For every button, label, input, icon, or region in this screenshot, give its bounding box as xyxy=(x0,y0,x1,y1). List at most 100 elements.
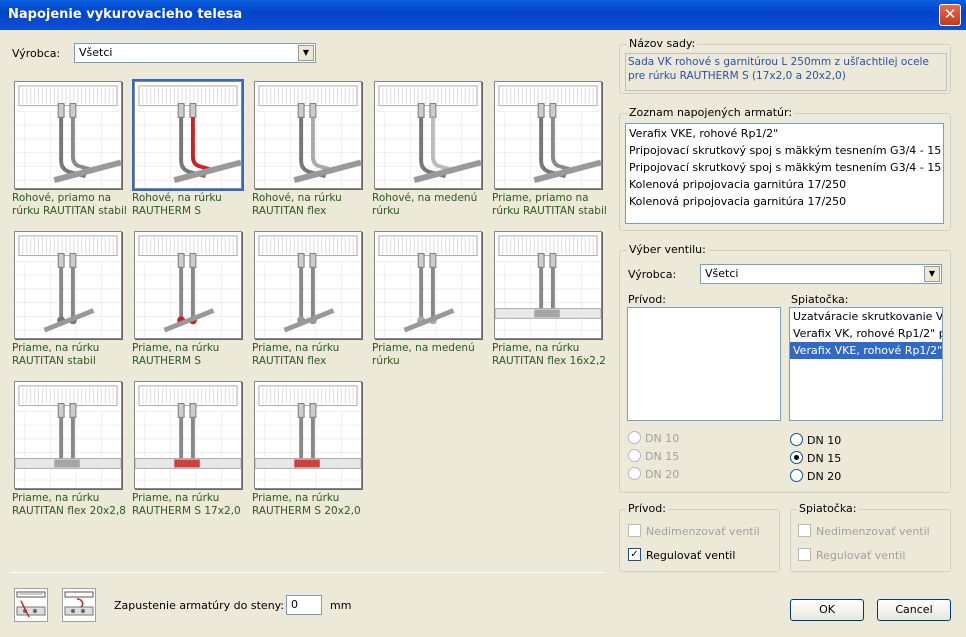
dropdown-arrow-icon[interactable]: ▼ xyxy=(298,45,314,61)
radiator-connection-icon xyxy=(135,85,241,188)
connection-variant-tile[interactable] xyxy=(494,81,602,189)
fitting-list-item[interactable]: Kolenová pripojovacia garnitúra 17/250 xyxy=(626,193,943,210)
return-dn-radio[interactable] xyxy=(790,469,803,482)
radiator-connection-icon xyxy=(495,85,601,188)
manufacturer-label: Výrobca: xyxy=(12,47,61,60)
connection-variant-caption: Rohové, na rúrku RAUTHERM S xyxy=(132,192,222,217)
return-valve-list[interactable]: Uzatváracie skrutkovanie VK RVerafix VK,… xyxy=(789,307,943,421)
radiator-connection-icon xyxy=(135,385,241,488)
connection-variant-tile[interactable] xyxy=(134,81,242,189)
connection-variant-tile[interactable] xyxy=(14,81,122,189)
manufacturer-value: Všetci xyxy=(79,46,113,59)
return-dn-radio[interactable] xyxy=(790,433,803,446)
connection-variant-tile[interactable] xyxy=(254,381,362,489)
valve-manufacturer-value: Všetci xyxy=(705,267,739,280)
fittings-legend: Zoznam napojených armatúr: xyxy=(627,106,795,119)
connection-variant-tile[interactable] xyxy=(14,381,122,489)
return-regulate-checkbox[interactable] xyxy=(798,548,811,561)
return-valve-item[interactable]: Verafix VKE, rohové Rp1/2" xyxy=(790,342,942,359)
connection-variant-caption: Priame, na rúrku RAUTITAN flex 20x2,8 xyxy=(12,492,126,517)
supply-dn-radio[interactable] xyxy=(628,431,641,444)
window-titlebar: Napojenie vykurovacieho telesa ✕ xyxy=(0,0,966,30)
valve-manufacturer-label: Výrobca: xyxy=(628,268,677,281)
recess-input[interactable]: 0 xyxy=(286,595,322,615)
set-name-text: Sada VK rohové s garnitúrou L 250mm z uš… xyxy=(625,53,947,91)
fittings-list[interactable]: Verafix VKE, rohové Rp1/2" Pripojovací sk… xyxy=(625,123,944,224)
radiator-connection-icon xyxy=(255,385,361,488)
radiator-connection-icon xyxy=(375,235,481,338)
recess-unit: mm xyxy=(330,599,352,612)
connection-variant-caption: Rohové, priamo na rúrku RAUTITAN stabil xyxy=(12,192,127,217)
fitting-list-item[interactable]: Verafix VKE, rohové Rp1/2" xyxy=(626,125,943,142)
recess-view-button[interactable] xyxy=(62,588,96,622)
connection-variant-caption: Rohové, na rúrku RAUTITAN flex xyxy=(252,192,342,217)
fitting-list-item[interactable]: Pripojovací skrutkový spoj s mäkkým tesn… xyxy=(626,159,943,176)
valve-legend: Výber ventilu: xyxy=(627,243,708,256)
radiator-connection-icon xyxy=(15,385,121,488)
cancel-button[interactable]: Cancel xyxy=(877,599,951,621)
connection-variant-caption: Priame, na rúrku RAUTITAN stabil xyxy=(12,342,100,367)
return-valve-item[interactable]: Uzatváracie skrutkovanie VK R xyxy=(790,308,942,325)
connection-variant-caption: Priame, priamo na rúrku RAUTITAN stabil xyxy=(492,192,607,217)
supply-no-dimension-label: Nedimenzovať ventil xyxy=(646,525,760,538)
radiator-connection-icon xyxy=(255,235,361,338)
recess-label: Zapustenie armatúry do steny: xyxy=(114,599,285,612)
connection-variant-tile[interactable] xyxy=(254,81,362,189)
supply-dn-label: DN 10 xyxy=(645,432,680,445)
radiator-connection-icon xyxy=(15,85,121,188)
supply-options-legend: Prívod: xyxy=(626,502,668,515)
close-button[interactable]: ✕ xyxy=(939,4,961,26)
return-dn-label: DN 20 xyxy=(807,470,842,483)
valve-manufacturer-select[interactable]: Všetci ▼ xyxy=(700,264,942,284)
connection-variant-caption: Priame, na rúrku RAUTHERM S 17x2,0 xyxy=(132,492,241,517)
supply-options-group xyxy=(619,509,780,572)
radiator-connection-icon xyxy=(15,235,121,338)
radiator-connection-icon xyxy=(375,85,481,188)
connection-variant-tile[interactable] xyxy=(374,81,482,189)
return-regulate-label: Regulovať ventil xyxy=(816,549,906,562)
manufacturer-select[interactable]: Všetci ▼ xyxy=(74,43,316,63)
connection-variant-caption: Priame, na medenú rúrku xyxy=(372,342,475,367)
radiator-connection-icon xyxy=(495,235,601,338)
wall-section-icon xyxy=(16,591,46,618)
connection-variant-tile[interactable] xyxy=(254,231,362,339)
return-dn-label: DN 15 xyxy=(807,452,842,465)
return-no-dimension-checkbox[interactable] xyxy=(798,524,811,537)
supply-dn-label: DN 15 xyxy=(645,450,680,463)
supply-valve-list[interactable] xyxy=(627,307,781,421)
window-title: Napojenie vykurovacieho telesa xyxy=(8,7,243,22)
return-list-label: Spiatočka: xyxy=(791,293,849,306)
return-valve-item[interactable]: Verafix VK, rohové Rp1/2" pre r xyxy=(790,325,942,342)
connection-variant-caption: Priame, na rúrku RAUTITAN flex 16x2,2 xyxy=(492,342,606,367)
connection-variant-tile[interactable] xyxy=(134,231,242,339)
connection-variant-tile[interactable] xyxy=(14,231,122,339)
set-name-legend: Názov sady: xyxy=(627,37,698,50)
ok-button[interactable]: OK xyxy=(790,599,864,621)
radiator-connection-icon xyxy=(255,85,361,188)
return-dn-radio[interactable] xyxy=(790,451,803,464)
supply-list-label: Prívod: xyxy=(628,293,666,306)
supply-dn-radio[interactable] xyxy=(628,449,641,462)
divider xyxy=(10,572,605,573)
fitting-list-item[interactable]: Kolenová pripojovacia garnitúra 17/250 xyxy=(626,176,943,193)
connection-variant-caption: Priame, na rúrku RAUTITAN flex xyxy=(252,342,340,367)
recess-section-icon xyxy=(64,591,94,616)
supply-no-dimension-checkbox[interactable] xyxy=(628,524,641,537)
connection-variant-caption: Priame, na rúrku RAUTHERM S 20x2,0 xyxy=(252,492,361,517)
connection-variant-tile[interactable] xyxy=(134,381,242,489)
supply-regulate-checkbox[interactable]: ✓ xyxy=(628,548,641,561)
connection-variant-caption: Priame, na rúrku RAUTHERM S xyxy=(132,342,220,367)
connection-variant-caption: Rohové, na medenú rúrku xyxy=(372,192,478,217)
supply-dn-radio[interactable] xyxy=(628,467,641,480)
dropdown-arrow-icon[interactable]: ▼ xyxy=(924,266,940,282)
return-options-legend: Spiatočka: xyxy=(797,502,859,515)
wall-mount-view-button[interactable] xyxy=(14,588,48,622)
return-options-group xyxy=(790,509,951,572)
fitting-list-item[interactable]: Pripojovací skrutkový spoj s mäkkým tesn… xyxy=(626,142,943,159)
return-dn-label: DN 10 xyxy=(807,434,842,447)
connection-variant-tile[interactable] xyxy=(374,231,482,339)
supply-dn-label: DN 20 xyxy=(645,468,680,481)
connection-variant-tile[interactable] xyxy=(494,231,602,339)
return-no-dimension-label: Nedimenzovať ventil xyxy=(816,525,930,538)
supply-regulate-label: Regulovať ventil xyxy=(646,549,736,562)
